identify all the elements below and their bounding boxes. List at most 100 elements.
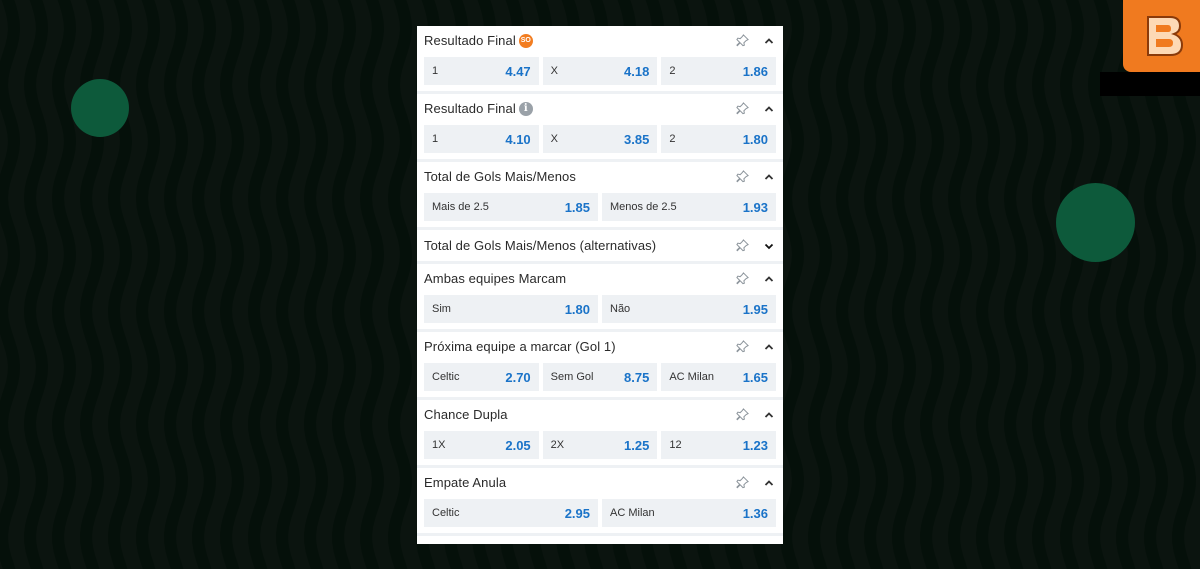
- odd-button[interactable]: AC Milan 1.65: [661, 363, 777, 391]
- odd-label: Celtic: [432, 371, 460, 383]
- odd-value: 1.86: [742, 63, 769, 79]
- odd-button[interactable]: 2 1.80: [661, 125, 777, 153]
- chevron-up-icon[interactable]: [763, 477, 775, 489]
- market-title: Total de Gols Mais/Menos (alternativas): [424, 238, 657, 253]
- odd-value: 1.95: [742, 301, 768, 317]
- odds-row: Sim 1.80 Não 1.95: [417, 293, 783, 329]
- so-badge-icon: SO: [518, 33, 533, 48]
- chevron-up-icon[interactable]: [763, 273, 775, 285]
- odd-button[interactable]: 2 1.86: [661, 57, 777, 85]
- odd-label: 1X: [432, 439, 446, 451]
- market-section: Ambas equipes Marcam Sim 1.80 Não 1.95: [417, 264, 783, 332]
- pin-icon[interactable]: [735, 239, 749, 253]
- odd-label: AC Milan: [610, 507, 655, 519]
- market-title: Resultado Final: [424, 33, 516, 48]
- market-title: Chance Dupla: [424, 407, 508, 422]
- pin-icon[interactable]: [735, 476, 749, 490]
- pin-icon[interactable]: [735, 102, 749, 116]
- odd-button[interactable]: 1 4.10: [424, 125, 539, 153]
- chevron-down-icon[interactable]: [763, 240, 775, 252]
- odd-button[interactable]: Celtic 2.70: [424, 363, 539, 391]
- odd-value: 1.23: [742, 437, 769, 453]
- odd-label: 2X: [550, 439, 565, 451]
- market-header[interactable]: Resultado Final i: [417, 94, 783, 123]
- brand-logo-icon: [1146, 16, 1183, 56]
- market-section: Chance Dupla 1X 2.05 2X 1.25 12 1.23: [417, 400, 783, 468]
- market-header[interactable]: Total de Gols Mais/Menos: [417, 162, 783, 191]
- pin-icon[interactable]: [735, 272, 749, 286]
- odd-value: 4.47: [505, 63, 531, 79]
- odd-button[interactable]: 2X 1.25: [542, 431, 658, 459]
- odd-label: Celtic: [432, 507, 460, 519]
- odd-value: 4.10: [505, 131, 531, 147]
- odd-label: Não: [610, 303, 631, 315]
- odd-label: Sem Gol: [550, 371, 594, 383]
- market-header[interactable]: Empate Anula: [417, 468, 783, 497]
- odd-label: 1: [432, 65, 439, 77]
- odd-value: 1.25: [624, 437, 650, 453]
- odd-button[interactable]: X 3.85: [542, 125, 658, 153]
- market-header[interactable]: Total de Gols Mais/Menos (alternativas): [417, 230, 783, 261]
- decorative-circle-right: [1056, 183, 1135, 262]
- odds-row: 1X 2.05 2X 1.25 12 1.23: [417, 429, 783, 465]
- odd-button[interactable]: AC Milan 1.36: [602, 499, 776, 527]
- market-header[interactable]: Resultado Final SO: [417, 26, 783, 55]
- odd-label: 1: [432, 133, 439, 145]
- market-section: Total de Gols Mais/Menos (alternativas): [417, 230, 783, 264]
- pin-icon[interactable]: [735, 34, 749, 48]
- odd-label: 12: [669, 439, 682, 451]
- odd-value: 3.85: [624, 131, 650, 147]
- odd-label: 2: [669, 65, 676, 77]
- decorative-circle-left: [71, 79, 129, 137]
- odd-value: 1.93: [742, 199, 768, 215]
- odds-row: Mais de 2.5 1.85 Menos de 2.5 1.93: [417, 191, 783, 227]
- odd-value: 2.70: [505, 369, 531, 385]
- odd-button[interactable]: 1 4.47: [424, 57, 539, 85]
- pin-icon[interactable]: [735, 170, 749, 184]
- odd-value: 1.80: [564, 301, 590, 317]
- pin-icon[interactable]: [735, 408, 749, 422]
- odd-button[interactable]: X 4.18: [542, 57, 658, 85]
- odds-row: 1 4.47 X 4.18 2 1.86: [417, 55, 783, 91]
- market-title: Empate Anula: [424, 475, 507, 490]
- odd-label: X: [550, 133, 559, 145]
- market-title: Resultado Final: [424, 101, 516, 116]
- chevron-up-icon[interactable]: [763, 103, 775, 115]
- odd-label: Menos de 2.5: [610, 201, 677, 213]
- logo-strip: [1100, 72, 1200, 96]
- chevron-up-icon[interactable]: [763, 409, 775, 421]
- odd-button[interactable]: Menos de 2.5 1.93: [602, 193, 776, 221]
- odd-value: 1.36: [742, 505, 768, 521]
- odd-label: AC Milan: [669, 371, 714, 383]
- odd-button[interactable]: Celtic 2.95: [424, 499, 598, 527]
- odd-label: X: [550, 65, 559, 77]
- odd-button[interactable]: Sem Gol 8.75: [542, 363, 658, 391]
- odd-button[interactable]: Não 1.95: [602, 295, 776, 323]
- chevron-up-icon[interactable]: [763, 35, 775, 47]
- odd-value: 2.95: [564, 505, 590, 521]
- market-title: Próxima equipe a marcar (Gol 1): [424, 339, 616, 354]
- odd-value: 4.18: [624, 63, 650, 79]
- odd-value: 8.75: [624, 369, 650, 385]
- odds-row: Celtic 2.95 AC Milan 1.36: [417, 497, 783, 533]
- chevron-up-icon[interactable]: [763, 341, 775, 353]
- market-section: Empate Anula Celtic 2.95 AC Milan 1.36: [417, 468, 783, 536]
- odd-button[interactable]: 12 1.23: [661, 431, 777, 459]
- odd-label: Sim: [432, 303, 451, 315]
- market-section: Próxima equipe a marcar (Gol 1) Celtic 2.7…: [417, 332, 783, 400]
- market-header[interactable]: Chance Dupla: [417, 400, 783, 429]
- odd-value: 1.65: [742, 369, 769, 385]
- market-header[interactable]: Ambas equipes Marcam: [417, 264, 783, 293]
- info-icon[interactable]: i: [518, 101, 533, 116]
- odd-button[interactable]: Sim 1.80: [424, 295, 598, 323]
- market-section: Total de Gols Mais/Menos Mais de 2.5 1.85 M…: [417, 162, 783, 230]
- market-section: Resultado Final i 1 4.10 X 3.85 2 1.80: [417, 94, 783, 162]
- pin-icon[interactable]: [735, 340, 749, 354]
- odd-label: Mais de 2.5: [432, 201, 489, 213]
- odd-button[interactable]: Mais de 2.5 1.85: [424, 193, 598, 221]
- odd-button[interactable]: 1X 2.05: [424, 431, 539, 459]
- market-header[interactable]: Próxima equipe a marcar (Gol 1): [417, 332, 783, 361]
- chevron-up-icon[interactable]: [763, 171, 775, 183]
- market-title: Total de Gols Mais/Menos: [424, 169, 576, 184]
- market-section: Resultado Final SO 1 4.47 X 4.18 2 1.86: [417, 26, 783, 94]
